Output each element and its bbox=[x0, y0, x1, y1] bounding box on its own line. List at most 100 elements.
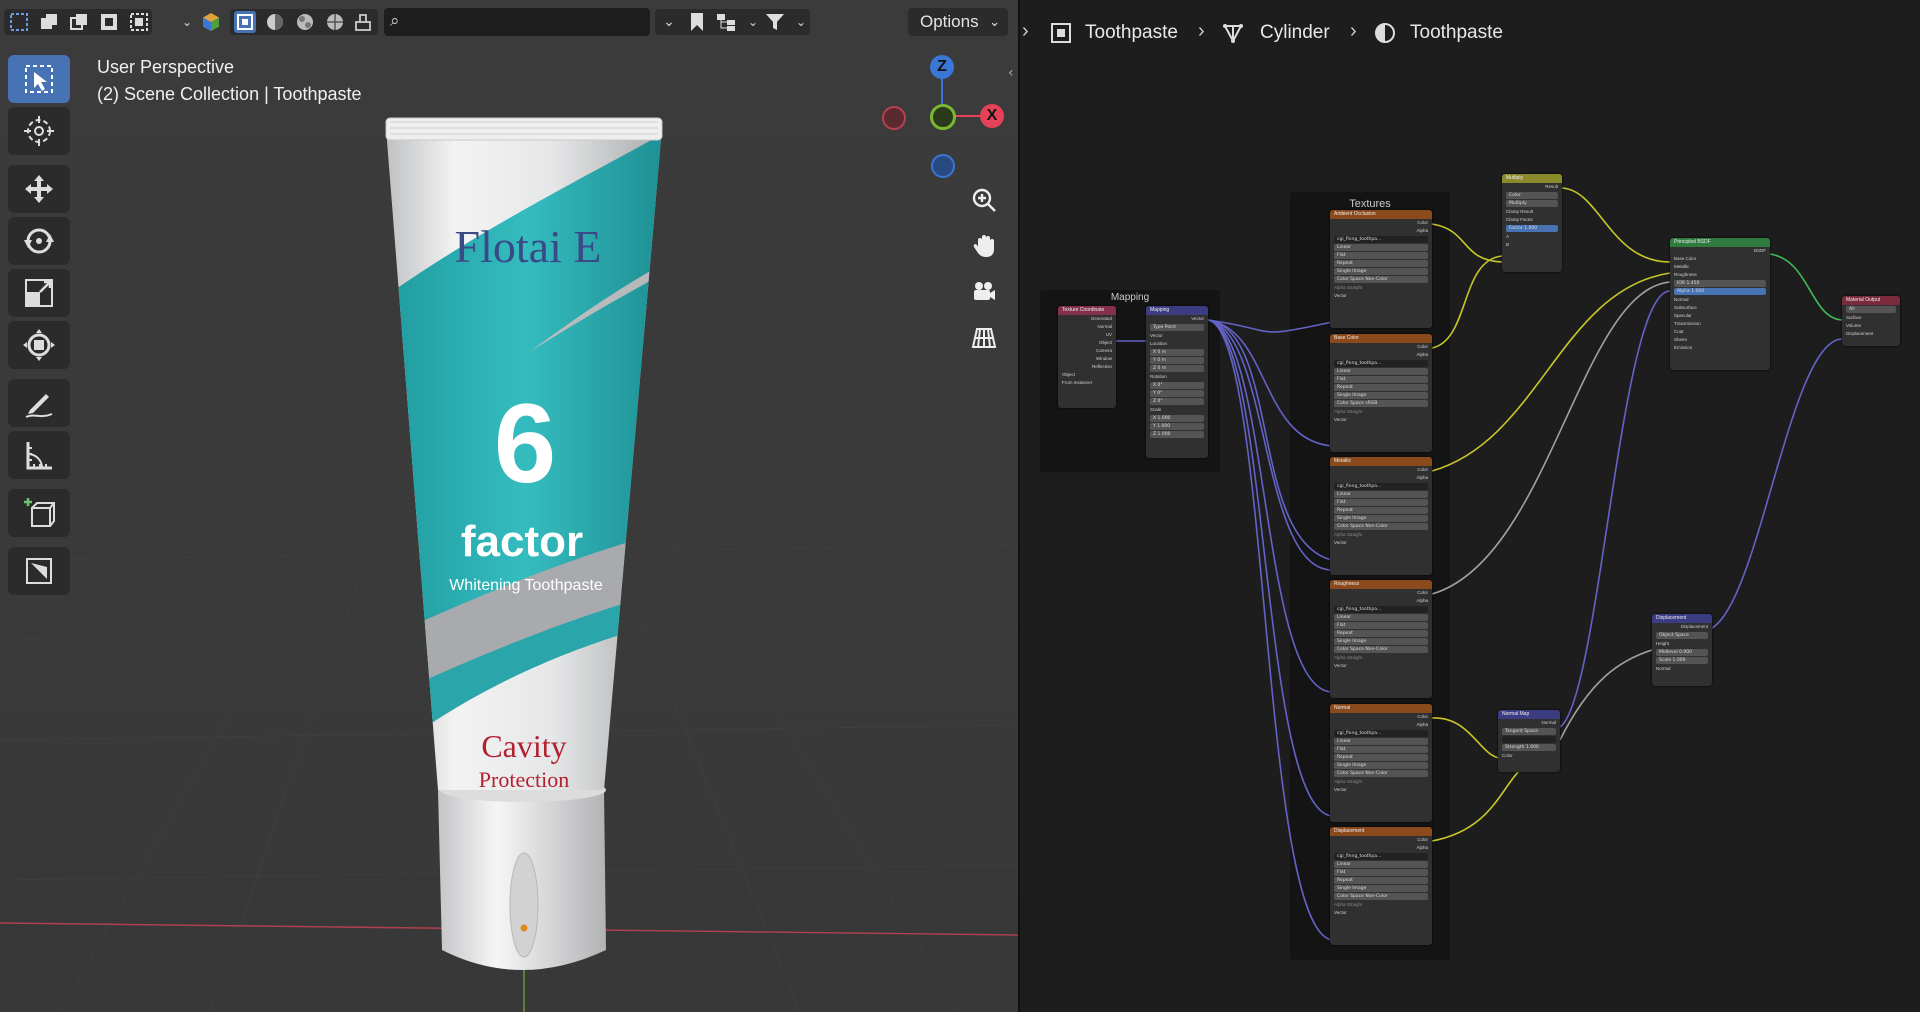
chevron-down-icon[interactable]: ⌄ bbox=[176, 11, 198, 33]
image-texture-node[interactable]: Ambient Occlusion Color Alpha cgi_finng_too… bbox=[1330, 210, 1432, 328]
select-extend-icon[interactable] bbox=[38, 11, 60, 33]
neg-z-axis-button[interactable] bbox=[931, 154, 955, 178]
source-dropdown[interactable]: Single Image bbox=[1334, 268, 1428, 275]
panel-emission[interactable]: Emission bbox=[1670, 344, 1770, 352]
add-cube-tool[interactable] bbox=[8, 489, 70, 537]
displacement-node[interactable]: Displacement Displacement Object Space H… bbox=[1652, 614, 1712, 686]
search-input[interactable]: ⌕ bbox=[384, 8, 650, 36]
image-selector[interactable]: cgi_finng_toothpa... bbox=[1334, 853, 1428, 860]
mapping-type-dropdown[interactable]: Type Point bbox=[1150, 324, 1204, 331]
rotation-y-field[interactable]: Y 0° bbox=[1150, 390, 1204, 397]
source-dropdown[interactable]: Single Image bbox=[1334, 885, 1428, 892]
toothpaste-cap[interactable] bbox=[438, 778, 606, 970]
extension-dropdown[interactable]: Repeat bbox=[1334, 630, 1428, 637]
colorspace-dropdown[interactable]: Color Space sRGB bbox=[1334, 400, 1428, 407]
colorspace-dropdown[interactable]: Color Space Non-Color bbox=[1334, 893, 1428, 900]
midlevel-field[interactable]: Midlevel 0.000 bbox=[1656, 649, 1708, 656]
select-subtract-icon[interactable] bbox=[68, 11, 90, 33]
alpha-mode[interactable]: Alpha Straight bbox=[1330, 408, 1432, 416]
interpolation-dropdown[interactable]: Linear bbox=[1334, 614, 1428, 621]
options-dropdown[interactable]: Options ⌄ bbox=[908, 8, 1008, 36]
factor-field[interactable]: Factor 1.000 bbox=[1506, 225, 1558, 232]
colorspace-dropdown[interactable]: Color Space Non-Color bbox=[1334, 276, 1428, 283]
perspective-toggle-button[interactable] bbox=[966, 320, 1002, 356]
image-texture-node[interactable]: Displacement Color Alpha cgi_finng_toothpa.… bbox=[1330, 827, 1432, 945]
pan-button[interactable] bbox=[966, 228, 1002, 264]
normal-map-node[interactable]: Normal Map Normal Tangent Space Strength… bbox=[1498, 710, 1560, 772]
scale-z-field[interactable]: Z 1.000 bbox=[1150, 431, 1204, 438]
projection-dropdown[interactable]: Flat bbox=[1334, 499, 1428, 506]
chevron-down-icon[interactable]: ⌄ bbox=[742, 11, 764, 33]
rotation-z-field[interactable]: Z 0° bbox=[1150, 398, 1204, 405]
strength-field[interactable]: Strength 1.000 bbox=[1502, 744, 1556, 751]
image-selector[interactable]: cgi_finng_toothpa... bbox=[1334, 236, 1428, 243]
cursor-tool[interactable] bbox=[8, 107, 70, 155]
projection-dropdown[interactable]: Flat bbox=[1334, 622, 1428, 629]
blend-mode-dropdown[interactable]: Multiply bbox=[1506, 200, 1558, 207]
scale-x-field[interactable]: X 1.000 bbox=[1150, 415, 1204, 422]
space-dropdown[interactable]: Object Space bbox=[1656, 632, 1708, 639]
extension-dropdown[interactable]: Repeat bbox=[1334, 260, 1428, 267]
select-box-tool[interactable] bbox=[8, 55, 70, 103]
alpha-field[interactable]: Alpha 1.000 bbox=[1674, 288, 1766, 295]
object-field-label[interactable]: Object bbox=[1058, 371, 1116, 379]
filter-icon[interactable] bbox=[764, 11, 786, 33]
interpolation-dropdown[interactable]: Linear bbox=[1334, 861, 1428, 868]
scene-canvas[interactable]: Flotai E 6 factor Whitening Toothpaste C… bbox=[0, 0, 1018, 1012]
colorspace-dropdown[interactable]: Color Space Non-Color bbox=[1334, 523, 1428, 530]
location-z-field[interactable]: Z 0 m bbox=[1150, 365, 1204, 372]
rendered-shading-icon[interactable] bbox=[324, 11, 346, 33]
source-dropdown[interactable]: Single Image bbox=[1334, 762, 1428, 769]
source-dropdown[interactable]: Single Image bbox=[1334, 392, 1428, 399]
data-type-dropdown[interactable]: Color bbox=[1506, 192, 1558, 199]
material-output-node[interactable]: Material Output All Surface Volume Displ… bbox=[1842, 296, 1900, 346]
scale-tool[interactable] bbox=[8, 269, 70, 317]
measure-tool[interactable] bbox=[8, 431, 70, 479]
projection-dropdown[interactable]: Flat bbox=[1334, 869, 1428, 876]
from-instancer-checkbox[interactable]: From Instancer bbox=[1058, 379, 1116, 387]
image-selector[interactable]: cgi_finng_toothpa... bbox=[1334, 483, 1428, 490]
z-axis-button[interactable]: Z bbox=[930, 55, 954, 79]
projection-dropdown[interactable]: Flat bbox=[1334, 252, 1428, 259]
panel-transmission[interactable]: Transmission bbox=[1670, 320, 1770, 328]
uv-map-field[interactable] bbox=[1502, 736, 1556, 743]
hierarchy-icon[interactable] bbox=[716, 11, 738, 33]
zoom-button[interactable] bbox=[966, 182, 1002, 218]
image-selector[interactable]: cgi_finng_toothpa... bbox=[1334, 360, 1428, 367]
camera-view-button[interactable] bbox=[966, 274, 1002, 310]
disp-scale-field[interactable]: Scale 1.000 bbox=[1656, 657, 1708, 664]
texture-coordinate-node[interactable]: Texture Coordinate Generated Normal UV O… bbox=[1058, 306, 1116, 408]
move-tool[interactable] bbox=[8, 165, 70, 213]
ior-field[interactable]: IOR 1.450 bbox=[1674, 280, 1766, 287]
bookmark-icon[interactable] bbox=[686, 11, 708, 33]
extra-tool[interactable] bbox=[8, 547, 70, 595]
y-axis-button[interactable] bbox=[930, 104, 956, 130]
image-texture-node[interactable]: Roughness Color Alpha cgi_finng_toothpa... L… bbox=[1330, 580, 1432, 698]
alpha-mode[interactable]: Alpha Straight bbox=[1330, 654, 1432, 662]
projection-dropdown[interactable]: Flat bbox=[1334, 746, 1428, 753]
projection-dropdown[interactable]: Flat bbox=[1334, 376, 1428, 383]
transform-tool[interactable] bbox=[8, 321, 70, 369]
image-texture-node[interactable]: Normal Color Alpha cgi_finng_toothpa... Line… bbox=[1330, 704, 1432, 822]
interpolation-dropdown[interactable]: Linear bbox=[1334, 244, 1428, 251]
select-intersect-icon[interactable] bbox=[128, 11, 150, 33]
extension-dropdown[interactable]: Repeat bbox=[1334, 754, 1428, 761]
image-texture-node[interactable]: Base Color Color Alpha cgi_finng_toothpa...… bbox=[1330, 334, 1432, 452]
interpolation-dropdown[interactable]: Linear bbox=[1334, 491, 1428, 498]
object-type-visibility-icon[interactable] bbox=[200, 11, 222, 33]
extension-dropdown[interactable]: Repeat bbox=[1334, 384, 1428, 391]
xray-toggle-icon[interactable] bbox=[234, 11, 256, 33]
location-y-field[interactable]: Y 0 m bbox=[1150, 357, 1204, 364]
interpolation-dropdown[interactable]: Linear bbox=[1334, 368, 1428, 375]
dropdown-icon[interactable]: ⌄ bbox=[658, 11, 680, 33]
alpha-mode[interactable]: Alpha Straight bbox=[1330, 778, 1432, 786]
colorspace-dropdown[interactable]: Color Space Non-Color bbox=[1334, 770, 1428, 777]
collapse-arrow-icon[interactable]: ‹ bbox=[1008, 65, 1014, 81]
neg-x-axis-button[interactable] bbox=[882, 106, 906, 130]
annotate-tool[interactable] bbox=[8, 379, 70, 427]
rotation-x-field[interactable]: X 0° bbox=[1150, 382, 1204, 389]
panel-coat[interactable]: Coat bbox=[1670, 328, 1770, 336]
extension-dropdown[interactable]: Repeat bbox=[1334, 877, 1428, 884]
target-dropdown[interactable]: All bbox=[1846, 306, 1896, 313]
select-new-icon[interactable] bbox=[8, 11, 30, 33]
